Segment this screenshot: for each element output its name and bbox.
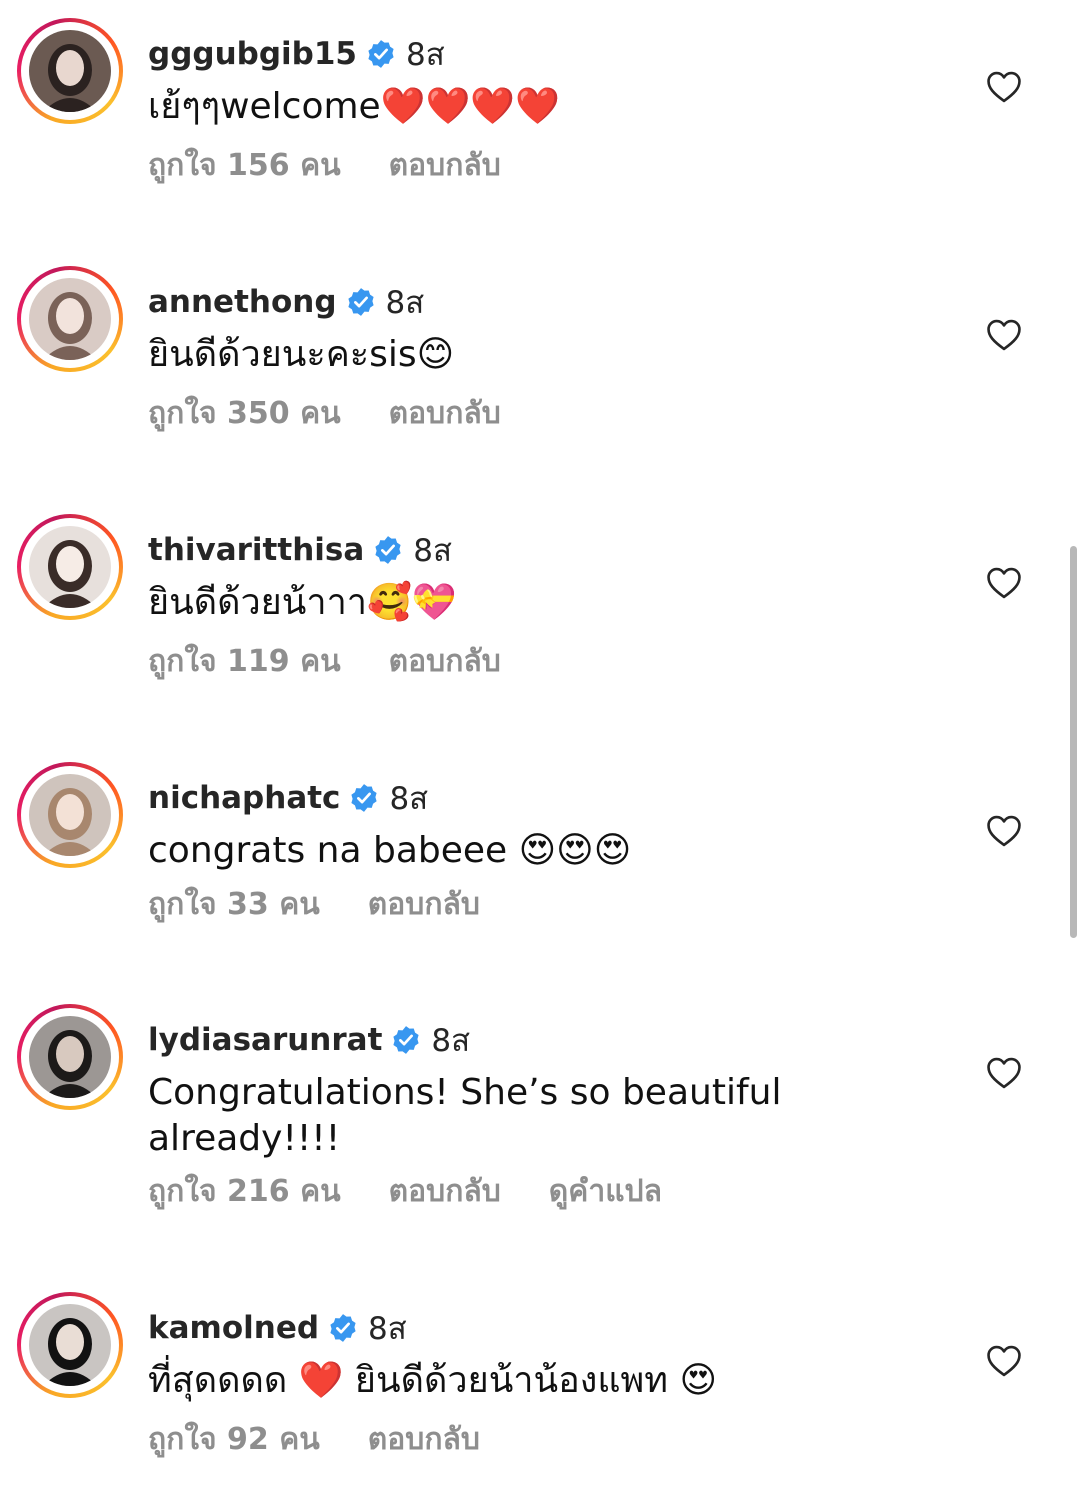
person-silhouette-icon (29, 278, 111, 360)
username[interactable]: gggubgib15 (148, 36, 357, 72)
comment-header: gggubgib15 8ส (148, 32, 445, 76)
avatar[interactable] (17, 266, 123, 372)
comment-header: annethong 8ส (148, 280, 424, 324)
comment-text: ยินดีด้วยนะคะsis😊 (148, 334, 455, 375)
reply-button[interactable]: ตอบกลับ (389, 638, 501, 685)
username[interactable]: thivaritthisa (148, 532, 364, 568)
likes-count-link[interactable]: ถูกใจ 92 คน (148, 1416, 320, 1463)
avatar-ring-gap (21, 1008, 119, 1106)
verified-badge-icon (346, 287, 376, 317)
comment-item: gggubgib15 8สเย้ๆๆwelcome❤️❤️❤️❤️ ถูกใจ 15… (0, 18, 1087, 195)
comment-text: congrats na babeee 😍😍😍 (148, 830, 632, 871)
see-translation-button[interactable]: ดูคำแปล (549, 1168, 662, 1215)
avatar-ring-gap (21, 1296, 119, 1394)
avatar-ring-gap (21, 22, 119, 120)
avatar[interactable] (17, 1292, 123, 1398)
likes-count-link[interactable]: ถูกใจ 156 คน (148, 142, 341, 189)
avatar-photo (29, 30, 111, 112)
username[interactable]: lydiasarunrat (148, 1022, 382, 1058)
likes-count-link[interactable]: ถูกใจ 216 คน (148, 1168, 341, 1215)
heart-outline-icon[interactable] (985, 1344, 1023, 1378)
comment-actions: ถูกใจ 33 คน ตอบกลับ (148, 884, 480, 924)
person-silhouette-icon (29, 526, 111, 608)
avatar-ring-gap (21, 270, 119, 368)
comment-item: annethong 8สยินดีด้วยนะคะsis😊 ถูกใจ 350 คน… (0, 266, 1087, 443)
heart-outline-icon[interactable] (985, 1056, 1023, 1090)
comment-text: Congratulations! She’s so beautiful alre… (148, 1072, 782, 1159)
comment-item: lydiasarunrat 8ส Congratulations! She’s so… (0, 1004, 1087, 1221)
comment-text: ที่สุดดดด ❤️ ยินดีด้วยน้าน้องแพท 😍 (148, 1360, 717, 1401)
avatar[interactable] (17, 762, 123, 868)
username[interactable]: annethong (148, 284, 337, 320)
comment-text: เย้ๆๆwelcome❤️❤️❤️❤️ (148, 86, 560, 127)
avatar-photo (29, 1016, 111, 1098)
avatar-photo (29, 278, 111, 360)
heart-outline-icon[interactable] (985, 318, 1023, 352)
comment-time: 8ส (368, 1311, 407, 1347)
username[interactable]: nichaphatc (148, 780, 340, 816)
reply-button[interactable]: ตอบกลับ (368, 881, 480, 928)
reply-button[interactable]: ตอบกลับ (368, 1416, 480, 1463)
likes-count-link[interactable]: ถูกใจ 119 คน (148, 638, 341, 685)
comment-actions: ถูกใจ 350 คน ตอบกลับ (148, 393, 501, 433)
likes-count-link[interactable]: ถูกใจ 33 คน (148, 881, 320, 928)
heart-outline-icon[interactable] (985, 814, 1023, 848)
comment-actions: ถูกใจ 119 คน ตอบกลับ (148, 641, 501, 681)
person-silhouette-icon (29, 30, 111, 112)
verified-badge-icon (391, 1025, 421, 1055)
comment-time: 8ส (389, 781, 429, 817)
comment-item: thivaritthisa 8สยินดีด้วยน้าาา🥰💝 ถูกใจ 119… (0, 514, 1087, 691)
person-silhouette-icon (29, 774, 111, 856)
comment-time: 8ส (385, 285, 425, 321)
comment-item: nichaphatc 8ส congrats na babeee 😍😍😍 ถูกใจ … (0, 762, 1087, 934)
username[interactable]: kamolned (148, 1310, 319, 1346)
person-silhouette-icon (29, 1016, 111, 1098)
comment-actions: ถูกใจ 156 คน ตอบกลับ (148, 145, 501, 185)
heart-outline-icon[interactable] (985, 70, 1023, 104)
comment-text: ยินดีด้วยน้าาา🥰💝 (148, 582, 457, 623)
verified-badge-icon (373, 535, 403, 565)
avatar-photo (29, 526, 111, 608)
verified-badge-icon (366, 39, 396, 69)
likes-count-link[interactable]: ถูกใจ 350 คน (148, 390, 341, 437)
avatar[interactable] (17, 1004, 123, 1110)
comment-time: 8ส (431, 1023, 471, 1059)
comment-time: 8ส (405, 37, 445, 73)
comment-actions: ถูกใจ 92 คน ตอบกลับ (148, 1419, 480, 1459)
avatar-ring-gap (21, 518, 119, 616)
avatar-ring-gap (21, 766, 119, 864)
comment-header: thivaritthisa 8ส (148, 528, 452, 572)
scrollbar[interactable] (1070, 546, 1077, 938)
comment-item: kamolned 8สที่สุดดดด ❤️ ยินดีด้วยน้าน้องแ… (0, 1292, 1087, 1469)
heart-outline-icon[interactable] (985, 566, 1023, 600)
avatar[interactable] (17, 18, 123, 124)
reply-button[interactable]: ตอบกลับ (389, 1168, 501, 1215)
verified-badge-icon (349, 783, 379, 813)
reply-button[interactable]: ตอบกลับ (389, 390, 501, 437)
avatar[interactable] (17, 514, 123, 620)
avatar-photo (29, 1304, 111, 1386)
comment-actions: ถูกใจ 216 คน ตอบกลับ ดูคำแปล (148, 1171, 662, 1211)
comment-header: lydiasarunrat 8ส (148, 1018, 470, 1062)
person-silhouette-icon (29, 1304, 111, 1386)
comment-time: 8ส (413, 533, 452, 569)
avatar-photo (29, 774, 111, 856)
verified-badge-icon (328, 1313, 358, 1343)
comment-header: nichaphatc 8ส (148, 776, 428, 820)
reply-button[interactable]: ตอบกลับ (389, 142, 501, 189)
comment-header: kamolned 8ส (148, 1306, 407, 1350)
